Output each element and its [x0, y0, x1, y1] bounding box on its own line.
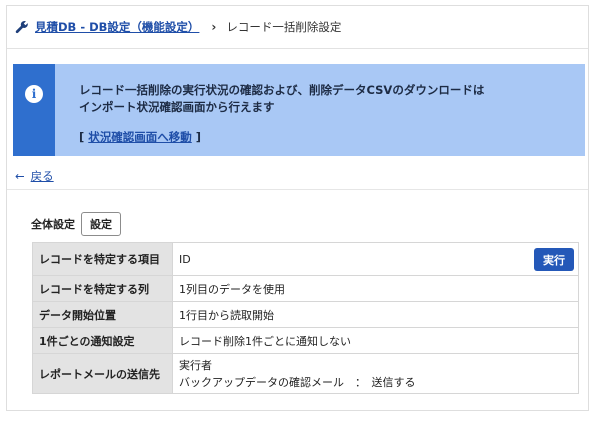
banner-line-2: インポート状況確認画面から行えます — [79, 100, 275, 114]
row-key: レポートメールの送信先 — [32, 353, 173, 394]
banner-line-1: レコード一括削除の実行状況の確認および、削除データCSVのダウンロードは — [79, 83, 485, 97]
breadcrumb-separator-icon: › — [211, 20, 217, 34]
row-key: 1件ごとの通知設定 — [32, 327, 173, 354]
back-label[interactable]: 戻る — [31, 169, 54, 183]
row-value: 実行者 バックアップデータの確認メール ： 送信する — [172, 353, 579, 394]
row-value-line-2: バックアップデータの確認メール ： 送信する — [179, 375, 416, 389]
settings-table: レコードを特定する項目 ID 実行 レコードを特定する列 1列目のデータを使用 … — [32, 242, 579, 394]
row-value: ID 実行 — [172, 242, 579, 276]
table-row: レコードを特定する列 1列目のデータを使用 — [32, 275, 579, 302]
divider — [7, 189, 588, 190]
banner-link-wrap: [ 状況確認画面へ移動 ] — [79, 129, 201, 145]
info-banner: i レコード一括削除の実行状況の確認および、削除データCSVのダウンロードは イ… — [13, 64, 585, 156]
page-frame: 見積DB - DB設定（機能設定） › レコード一括削除設定 i レコード一括削… — [6, 5, 589, 411]
row-key: レコードを特定する列 — [32, 275, 173, 302]
row-value: レコード削除1件ごとに通知しない — [172, 327, 579, 354]
info-icon: i — [25, 85, 43, 103]
settings-button[interactable]: 設定 — [81, 212, 121, 236]
banner-link-close: ] — [191, 130, 202, 144]
status-check-link[interactable]: 状況確認画面へ移動 — [88, 130, 192, 144]
table-row: 1件ごとの通知設定 レコード削除1件ごとに通知しない — [32, 327, 579, 354]
row-value: 1行目から読取開始 — [172, 301, 579, 328]
breadcrumb-parent-link[interactable]: 見積DB - DB設定（機能設定） — [35, 19, 199, 35]
settings-header: 全体設定 設定 — [31, 212, 121, 236]
row-value-line-1: 実行者 — [179, 358, 212, 372]
row-value: 1列目のデータを使用 — [172, 275, 579, 302]
table-row: レコードを特定する項目 ID 実行 — [32, 242, 579, 276]
table-row: データ開始位置 1行目から読取開始 — [32, 301, 579, 328]
back-link[interactable]: ← 戻る — [15, 168, 54, 184]
banner-message: レコード一括削除の実行状況の確認および、削除データCSVのダウンロードは インポ… — [79, 82, 484, 116]
breadcrumb-current: レコード一括削除設定 — [226, 20, 342, 34]
banner-link-open: [ — [79, 130, 89, 144]
back-arrow-icon: ← — [15, 169, 25, 183]
settings-title: 全体設定 — [31, 218, 75, 231]
wrench-icon — [15, 21, 28, 34]
breadcrumb: 見積DB - DB設定（機能設定） › レコード一括削除設定 — [7, 6, 588, 49]
row-key: レコードを特定する項目 — [32, 242, 173, 276]
row-key: データ開始位置 — [32, 301, 173, 328]
banner-accent: i — [13, 64, 55, 156]
table-row: レポートメールの送信先 実行者 バックアップデータの確認メール ： 送信する — [32, 353, 579, 394]
row-value-text: ID — [179, 252, 191, 266]
run-button[interactable]: 実行 — [534, 248, 574, 271]
